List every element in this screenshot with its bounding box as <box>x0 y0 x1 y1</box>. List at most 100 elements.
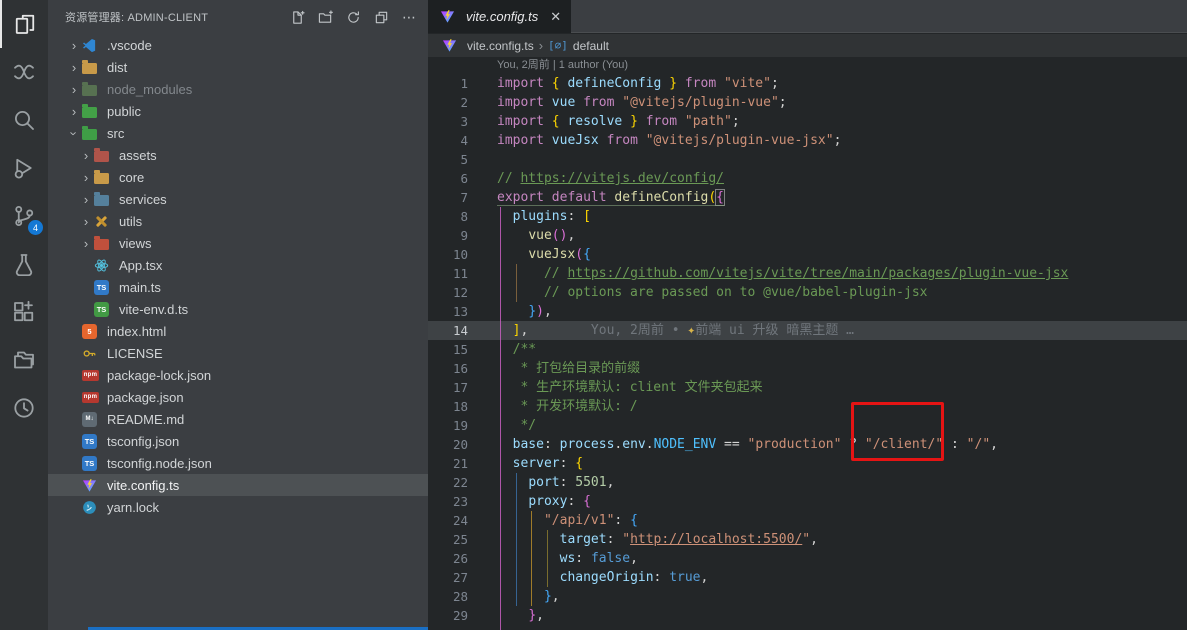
code-editor[interactable]: You, 2周前 | 1 author (You) 1import { defi… <box>428 57 1187 630</box>
code-line-8[interactable]: 8 plugins: [ <box>428 207 1187 226</box>
code-line-9[interactable]: 9 vue(), <box>428 226 1187 245</box>
search-icon[interactable] <box>0 96 48 144</box>
code-text: * 打包给目录的前缀 <box>468 359 640 378</box>
more-actions-icon[interactable]: ⋯ <box>400 8 418 26</box>
chevron-icon: › <box>78 170 94 185</box>
collapse-folders-icon[interactable] <box>372 8 390 26</box>
explorer-icon[interactable] <box>0 0 48 48</box>
tab-close-icon[interactable]: ✕ <box>550 9 561 25</box>
tree-item-vite.config.ts[interactable]: vite.config.ts <box>48 474 428 496</box>
react-icon <box>94 258 114 273</box>
tree-item-package.json[interactable]: npmpackage.json <box>48 386 428 408</box>
code-line-11[interactable]: 11 // https://github.com/vitejs/vite/tre… <box>428 264 1187 283</box>
tree-item-yarn.lock[interactable]: yarn.lock <box>48 496 428 518</box>
source-control-badge: 4 <box>28 220 43 235</box>
tree-item-dist[interactable]: ›dist <box>48 56 428 78</box>
line-number: 1 <box>428 74 468 93</box>
code-text: ws: false, <box>468 549 638 568</box>
extensions-icon[interactable] <box>0 288 48 336</box>
tree-item-readme.md[interactable]: M↓README.md <box>48 408 428 430</box>
tree-item-src[interactable]: ›src <box>48 122 428 144</box>
line-number: 10 <box>428 245 468 264</box>
indent-guide <box>531 511 532 606</box>
chevron-icon: › <box>78 214 94 229</box>
tree-item-label: tsconfig.json <box>107 434 179 449</box>
tree-item-label: LICENSE <box>107 346 163 361</box>
new-file-icon[interactable] <box>288 8 306 26</box>
tree-item-app.tsx[interactable]: App.tsx <box>48 254 428 276</box>
tree-item-label: vite-env.d.ts <box>119 302 188 317</box>
chevron-icon: › <box>78 192 94 207</box>
tree-item-.vscode[interactable]: ›.vscode <box>48 34 428 56</box>
code-line-3[interactable]: 3import { resolve } from "path"; <box>428 112 1187 131</box>
chevron-right-icon: › <box>539 38 543 53</box>
code-line-12[interactable]: 12 // options are passed on to @vue/babe… <box>428 283 1187 302</box>
breadcrumb-symbol[interactable]: default <box>573 39 609 53</box>
refresh-icon[interactable] <box>344 8 362 26</box>
indent-guide <box>516 473 517 606</box>
vs-logo-icon[interactable] <box>0 48 48 96</box>
run-debug-icon[interactable] <box>0 144 48 192</box>
tree-item-views[interactable]: ›views <box>48 232 428 254</box>
code-line-6[interactable]: 6// https://vitejs.dev/config/ <box>428 169 1187 188</box>
code-line-23[interactable]: 23 proxy: { <box>428 492 1187 511</box>
code-line-13[interactable]: 13 }), <box>428 302 1187 321</box>
breadcrumb-file[interactable]: vite.config.ts <box>467 39 534 53</box>
explorer-header: 资源管理器: ADMIN-CLIENT ⋯ <box>48 0 428 34</box>
ts-blue-icon: TS <box>94 280 114 295</box>
code-line-30[interactable]: 30 <box>428 625 1187 630</box>
code-line-19[interactable]: 19 */ <box>428 416 1187 435</box>
code-line-14[interactable]: 14 ], You, 2周前 • ✦前端 ui 升级 暗黑主题 … <box>428 321 1187 340</box>
chevron-icon: › <box>66 82 82 97</box>
code-line-20[interactable]: 20 base: process.env.NODE_ENV == "produc… <box>428 435 1187 454</box>
code-line-5[interactable]: 5 <box>428 150 1187 169</box>
test-flask-icon[interactable] <box>0 240 48 288</box>
code-line-28[interactable]: 28 }, <box>428 587 1187 606</box>
line-number: 2 <box>428 93 468 112</box>
tree-item-services[interactable]: ›services <box>48 188 428 210</box>
codelens-annotation[interactable]: You, 2周前 | 1 author (You) <box>428 57 1187 74</box>
line-number: 22 <box>428 473 468 492</box>
chevron-icon: › <box>78 148 94 163</box>
code-line-15[interactable]: 15 /** <box>428 340 1187 359</box>
source-control-icon[interactable]: 4 <box>0 192 48 240</box>
new-folder-icon[interactable] <box>316 8 334 26</box>
folder-icon <box>82 128 102 139</box>
code-line-18[interactable]: 18 * 开发环境默认: / <box>428 397 1187 416</box>
chevron-icon: › <box>78 236 94 251</box>
code-line-2[interactable]: 2import vue from "@vitejs/plugin-vue"; <box>428 93 1187 112</box>
tree-item-package-lock.json[interactable]: npmpackage-lock.json <box>48 364 428 386</box>
tree-item-core[interactable]: ›core <box>48 166 428 188</box>
tree-item-label: index.html <box>107 324 166 339</box>
tree-item-node-modules[interactable]: ›node_modules <box>48 78 428 100</box>
code-line-4[interactable]: 4import vueJsx from "@vitejs/plugin-vue-… <box>428 131 1187 150</box>
code-line-26[interactable]: 26 ws: false, <box>428 549 1187 568</box>
folder-library-icon[interactable] <box>0 336 48 384</box>
code-line-1[interactable]: 1import { defineConfig } from "vite"; <box>428 74 1187 93</box>
chevron-icon: › <box>66 60 82 75</box>
code-line-21[interactable]: 21 server: { <box>428 454 1187 473</box>
history-icon[interactable] <box>0 384 48 432</box>
code-line-29[interactable]: 29 }, <box>428 606 1187 625</box>
code-text: changeOrigin: true, <box>468 568 708 587</box>
tree-item-assets[interactable]: ›assets <box>48 144 428 166</box>
tree-item-index.html[interactable]: 5index.html <box>48 320 428 342</box>
tree-item-utils[interactable]: ›utils <box>48 210 428 232</box>
code-line-27[interactable]: 27 changeOrigin: true, <box>428 568 1187 587</box>
tab-vite-config[interactable]: vite.config.ts ✕ <box>428 0 571 33</box>
tree-item-vite-env.d.ts[interactable]: TSvite-env.d.ts <box>48 298 428 320</box>
folder-icon <box>82 62 102 73</box>
code-line-17[interactable]: 17 * 生产环境默认: client 文件夹包起来 <box>428 378 1187 397</box>
tree-item-tsconfig.node.json[interactable]: TStsconfig.node.json <box>48 452 428 474</box>
code-line-22[interactable]: 22 port: 5501, <box>428 473 1187 492</box>
code-line-24[interactable]: 24 "/api/v1": { <box>428 511 1187 530</box>
tree-item-license[interactable]: LICENSE <box>48 342 428 364</box>
code-line-10[interactable]: 10 vueJsx({ <box>428 245 1187 264</box>
tree-item-public[interactable]: ›public <box>48 100 428 122</box>
code-line-16[interactable]: 16 * 打包给目录的前缀 <box>428 359 1187 378</box>
tree-item-tsconfig.json[interactable]: TStsconfig.json <box>48 430 428 452</box>
code-text: ], You, 2周前 • ✦前端 ui 升级 暗黑主题 … <box>468 321 854 340</box>
code-line-25[interactable]: 25 target: "http://localhost:5500/", <box>428 530 1187 549</box>
tree-item-main.ts[interactable]: TSmain.ts <box>48 276 428 298</box>
line-number: 3 <box>428 112 468 131</box>
